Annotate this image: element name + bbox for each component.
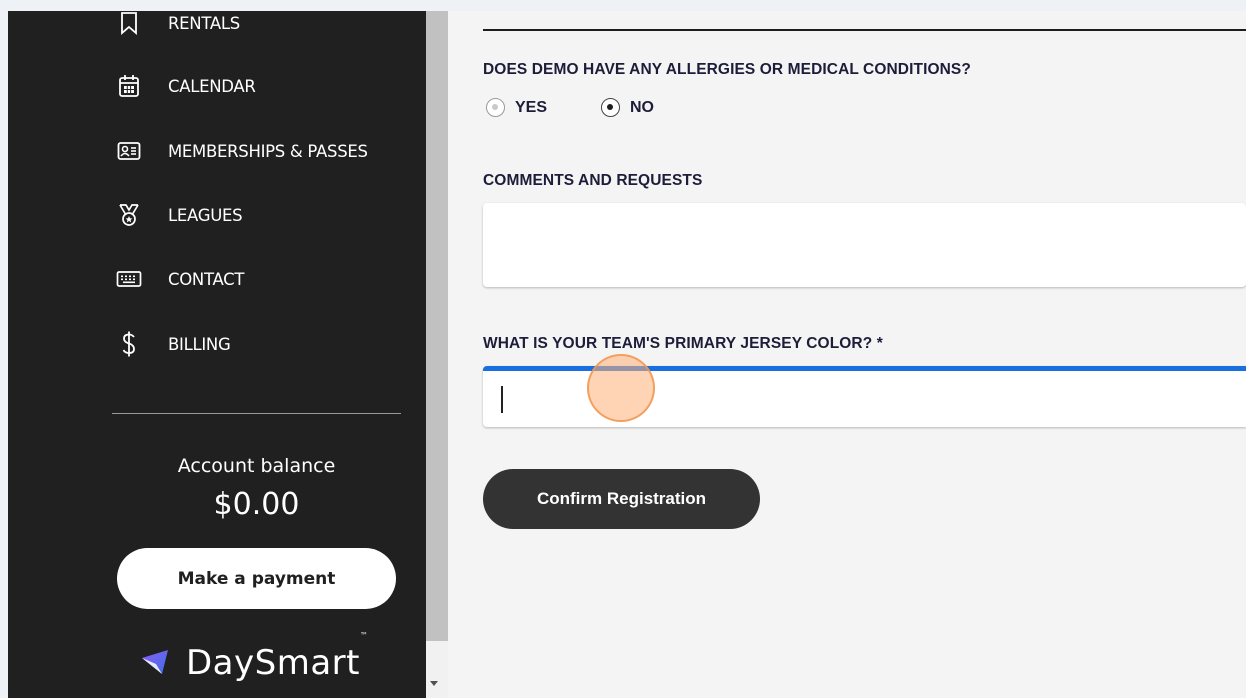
account-balance-value: $0.00 — [213, 487, 300, 522]
sidebar-item-label: BILLING — [168, 334, 231, 354]
sidebar-item-leagues[interactable]: LEAGUES — [8, 195, 426, 235]
sidebar-item-memberships[interactable]: MEMBERSHIPS & PASSES — [8, 131, 426, 171]
text-caret — [501, 386, 503, 413]
sidebar-item-label: RENTALS — [168, 13, 240, 33]
radio-label: NO — [630, 98, 654, 116]
section-divider — [483, 29, 1246, 31]
calendar-icon — [116, 73, 142, 99]
account-balance-label: Account balance — [177, 455, 336, 477]
brand-name: DaySmart ™ — [186, 631, 368, 683]
keyboard-icon — [116, 266, 142, 292]
sidebar-item-rentals[interactable]: RENTALS — [8, 11, 426, 43]
confirm-registration-button[interactable]: Confirm Registration — [483, 469, 760, 529]
dollar-icon — [116, 331, 142, 357]
sidebar-item-label: CALENDAR — [168, 76, 256, 96]
scroll-down-arrow-icon[interactable] — [430, 681, 438, 686]
sidebar-item-label: LEAGUES — [168, 205, 243, 225]
comments-label: COMMENTS AND REQUESTS — [483, 172, 703, 189]
allergies-question: DOES DEMO HAVE ANY ALLERGIES OR MEDICAL … — [483, 61, 971, 78]
radio-yes[interactable]: YES — [486, 98, 547, 117]
jersey-color-label: WHAT IS YOUR TEAM'S PRIMARY JERSEY COLOR… — [483, 335, 883, 352]
sidebar-item-label: CONTACT — [168, 269, 245, 289]
daysmart-logo-icon — [138, 644, 172, 682]
sidebar-scrollbar-thumb[interactable] — [426, 11, 448, 641]
radio-no[interactable]: NO — [601, 98, 654, 117]
radio-circle-selected[interactable] — [601, 98, 620, 117]
make-payment-button[interactable]: Make a payment — [117, 548, 396, 609]
sidebar-item-billing[interactable]: BILLING — [8, 324, 426, 364]
sidebar-divider — [112, 413, 401, 414]
main-content — [448, 11, 1246, 698]
id-card-icon — [116, 138, 142, 164]
radio-label: YES — [515, 98, 548, 116]
radio-circle[interactable] — [486, 98, 505, 117]
trademark: ™ — [359, 631, 369, 640]
sidebar-item-label: MEMBERSHIPS & PASSES — [168, 141, 368, 161]
comments-textarea[interactable] — [483, 203, 1246, 287]
click-indicator — [587, 354, 655, 422]
daysmart-logo: DaySmart ™ — [138, 631, 368, 683]
sidebar: RENTALS CALENDAR MEMBERSHIPS & PASSES LE… — [8, 11, 426, 698]
sidebar-item-calendar[interactable]: CALENDAR — [8, 66, 426, 106]
bookmark-icon — [116, 11, 142, 36]
medal-icon — [116, 202, 142, 228]
sidebar-item-contact[interactable]: CONTACT — [8, 259, 426, 299]
brand-name-text: DaySmart — [186, 643, 360, 683]
